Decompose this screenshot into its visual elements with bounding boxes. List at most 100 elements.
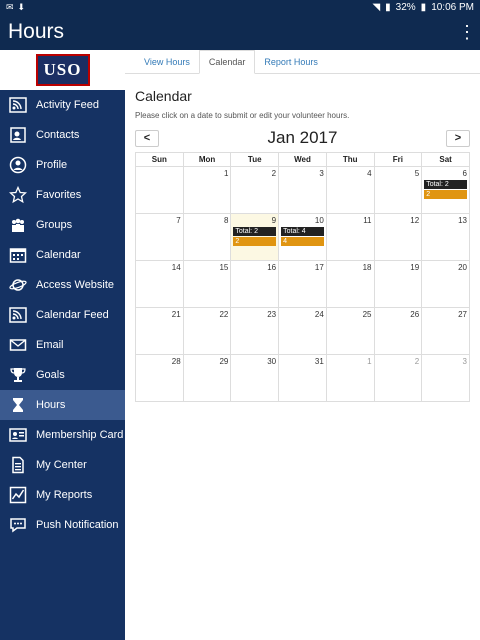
calendar-day-cell[interactable]: 13	[421, 213, 470, 261]
calendar-day-cell[interactable]: 4	[325, 166, 375, 214]
sidebar-item-label: Hours	[36, 399, 66, 411]
calendar-day-cell[interactable]	[135, 166, 184, 214]
calendar-day-cell[interactable]: 18	[325, 260, 375, 308]
calendar-day-cell[interactable]: 24	[278, 307, 327, 355]
tab-report-hours[interactable]: Report Hours	[255, 50, 327, 74]
sidebar-item-my-reports[interactable]: My Reports	[0, 480, 125, 510]
calendar-day-cell[interactable]: 11	[325, 213, 375, 261]
sidebar-item-email[interactable]: Email	[0, 330, 125, 360]
calendar-day-cell[interactable]: 30	[230, 354, 280, 402]
hours-total-badge[interactable]: Total: 2	[424, 180, 467, 189]
hours-total-badge[interactable]: Total: 2	[233, 227, 277, 236]
day-number: 30	[267, 357, 277, 366]
sidebar-item-label: Calendar	[36, 249, 81, 261]
star-icon	[8, 185, 28, 205]
day-number: 3	[462, 357, 467, 366]
calendar-day-cell[interactable]: 25	[325, 307, 375, 355]
chart-icon	[8, 485, 28, 505]
hours-entry-badge[interactable]: 2	[233, 237, 277, 246]
calendar-day-cell[interactable]: 26	[373, 307, 423, 355]
sidebar-item-label: Favorites	[36, 189, 82, 201]
calendar-day-cell[interactable]: 31	[278, 354, 327, 402]
sidebar-item-label: Email	[36, 339, 64, 351]
weekday-header: Thu	[325, 152, 375, 167]
sidebar-item-membership-card[interactable]: Membership Card	[0, 420, 125, 450]
email-icon	[8, 335, 28, 355]
prev-month-button[interactable]: <	[135, 129, 159, 147]
day-number: 9	[271, 216, 277, 225]
sidebar-item-access-website[interactable]: Access Website	[0, 270, 125, 300]
sidebar-item-calendar[interactable]: Calendar	[0, 240, 125, 270]
weekday-header: Mon	[182, 152, 232, 167]
calendar-day-cell[interactable]: 5	[373, 166, 423, 214]
calendar-day-cell[interactable]: 29	[182, 354, 232, 402]
calendar-day-cell[interactable]: 19	[373, 260, 423, 308]
profile-icon	[8, 155, 28, 175]
sidebar-item-groups[interactable]: Groups	[0, 210, 125, 240]
calendar-day-cell[interactable]: 6 Total: 22	[421, 166, 470, 214]
sidebar-item-goals[interactable]: Goals	[0, 360, 125, 390]
calendar-day-cell[interactable]: 27	[421, 307, 470, 355]
day-number: 26	[410, 310, 420, 319]
calendar-day-cell[interactable]: 3	[421, 354, 470, 402]
sidebar-item-activity-feed[interactable]: Activity Feed	[0, 90, 125, 120]
tab-view-hours[interactable]: View Hours	[135, 50, 199, 74]
rss-icon	[8, 305, 28, 325]
sidebar-item-favorites[interactable]: Favorites	[0, 180, 125, 210]
day-number: 2	[271, 169, 277, 178]
day-number: 10	[314, 216, 324, 225]
sidebar-item-push-notification[interactable]: Push Notification	[0, 510, 125, 540]
document-icon	[8, 455, 28, 475]
calendar-day-cell[interactable]: 22	[182, 307, 232, 355]
calendar-day-cell[interactable]: 1	[325, 354, 375, 402]
sidebar-item-hours[interactable]: Hours	[0, 390, 125, 420]
contacts-icon	[8, 125, 28, 145]
calendar-day-cell[interactable]: 28	[135, 354, 184, 402]
sidebar-item-label: Access Website	[36, 279, 115, 291]
notification-icon: ✉	[6, 1, 14, 12]
hours-total-badge[interactable]: Total: 4	[281, 227, 324, 236]
calendar-day-cell[interactable]: 2	[373, 354, 423, 402]
signal-icon: ▮	[385, 1, 391, 13]
sidebar-item-contacts[interactable]: Contacts	[0, 120, 125, 150]
sidebar-item-label: Contacts	[36, 129, 80, 141]
page-subtitle: Please click on a date to submit or edit…	[135, 111, 350, 120]
calendar-day-cell[interactable]: 1	[182, 166, 232, 214]
calendar-day-cell[interactable]: 7	[135, 213, 184, 261]
calendar-day-cell[interactable]: 20	[421, 260, 470, 308]
calendar-day-cell[interactable]: 21	[135, 307, 184, 355]
tab-calendar[interactable]: Calendar	[198, 50, 256, 74]
day-number: 7	[176, 216, 181, 225]
calendar-day-cell[interactable]: 15	[182, 260, 232, 308]
hours-entry-badge[interactable]: 4	[281, 237, 324, 246]
sidebar-item-label: Groups	[36, 219, 73, 231]
trophy-icon	[8, 365, 28, 385]
calendar-day-cell[interactable]: 10 Total: 44	[278, 213, 327, 261]
main-content: View Hours Calendar Report Hours Calenda…	[125, 50, 480, 640]
sidebar-item-label: Calendar Feed	[36, 309, 109, 321]
sidebar-item-calendar-feed[interactable]: Calendar Feed	[0, 300, 125, 330]
calendar-day-cell[interactable]: 8	[182, 213, 232, 261]
sidebar-item-my-center[interactable]: My Center	[0, 450, 125, 480]
day-number: 23	[267, 310, 277, 319]
calendar-day-cell[interactable]: 12	[373, 213, 423, 261]
day-number: 22	[219, 310, 229, 319]
day-number: 11	[363, 216, 372, 225]
app-bar: Hours ⋮	[0, 14, 480, 50]
calendar-week: 28 29 30 31 1 2 3	[135, 354, 470, 402]
sidebar-item-profile[interactable]: Profile	[0, 150, 125, 180]
calendar-day-cell[interactable]: 16	[230, 260, 280, 308]
calendar-day-cell[interactable]: 3	[278, 166, 327, 214]
calendar-header: < Jan 2017 >	[135, 128, 470, 148]
calendar-day-cell[interactable]: 14	[135, 260, 184, 308]
calendar-day-cell[interactable]: 23	[230, 307, 280, 355]
next-month-button[interactable]: >	[446, 129, 470, 147]
calendar-day-cell[interactable]: 2	[230, 166, 280, 214]
calendar-week: 14 15 16 17 18 19 20	[135, 260, 470, 308]
calendar-day-cell[interactable]: 17	[278, 260, 327, 308]
weekday-header: Fri	[373, 152, 423, 167]
sidebar-item-label: My Reports	[36, 489, 93, 501]
overflow-menu-icon[interactable]: ⋮	[458, 22, 476, 43]
calendar-day-cell[interactable]: 9 Total: 22	[230, 213, 280, 261]
hours-entry-badge[interactable]: 2	[424, 190, 467, 199]
